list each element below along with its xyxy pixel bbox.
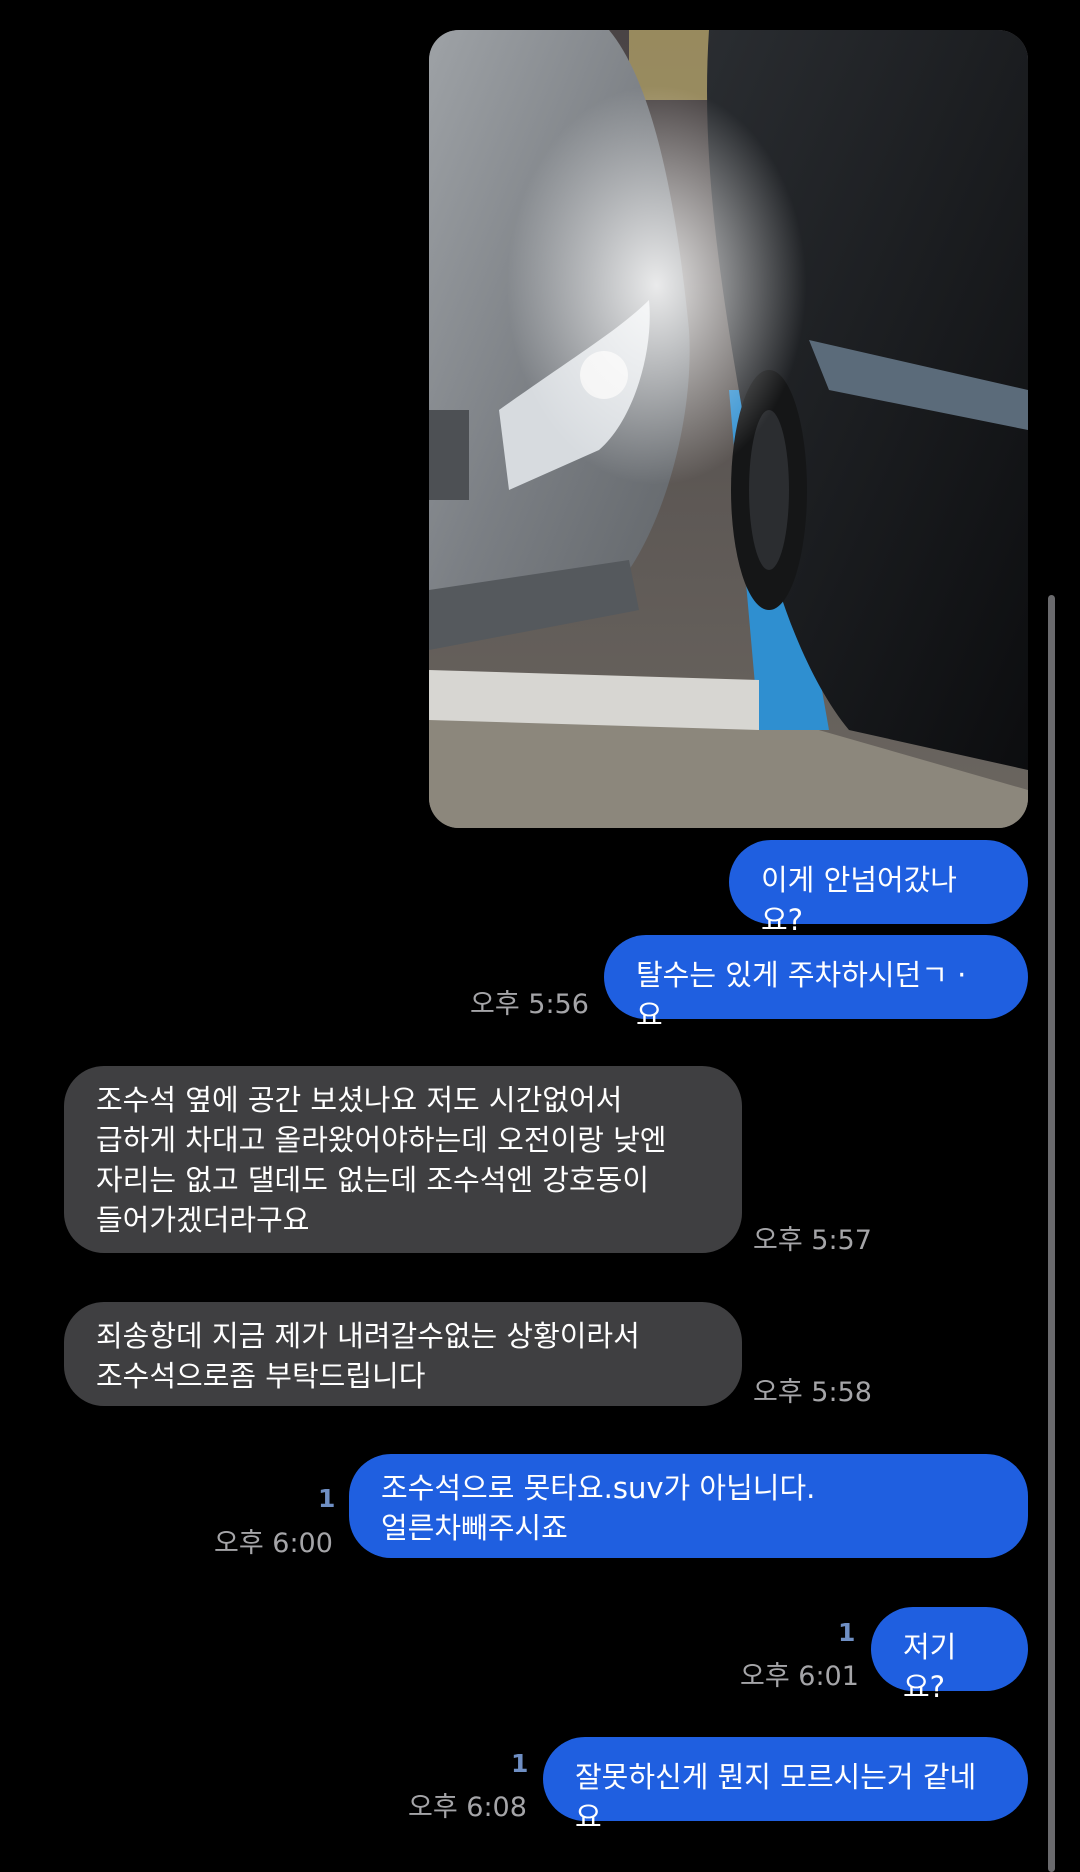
outgoing-message-bubble[interactable]: 탈수는 있게 주차하시던ㄱ · 요 xyxy=(604,935,1028,1032)
scrollbar[interactable] xyxy=(1048,595,1055,1872)
message-timestamp: 오후 6:00 xyxy=(214,1528,333,1559)
unread-count: 1 xyxy=(511,1749,529,1778)
incoming-message-bubble[interactable]: 죄송항데 지금 제가 내려갈수없는 상황이라서 조수석으로좀 부탁드립니다 xyxy=(64,1302,742,1406)
message-timestamp: 오후 5:58 xyxy=(753,1377,872,1408)
message-timestamp: 오후 5:57 xyxy=(753,1225,872,1256)
unread-count: 1 xyxy=(318,1484,336,1513)
incoming-message-bubble[interactable]: 조수석 옆에 공간 보셨나요 저도 시간없어서 급하게 차대고 올라왔어야하는데… xyxy=(64,1066,742,1253)
outgoing-message-bubble[interactable]: 이게 안넘어갔나요? xyxy=(729,840,1028,937)
outgoing-message-bubble[interactable]: 잘못하신게 뭔지 모르시는거 같네요 xyxy=(543,1737,1028,1834)
parked-cars-photo xyxy=(429,30,1028,828)
message-timestamp: 오후 5:56 xyxy=(470,989,589,1020)
message-timestamp: 오후 6:01 xyxy=(740,1661,859,1692)
message-timestamp: 오후 6:08 xyxy=(408,1792,527,1823)
chat-thread: 이게 안넘어갔나요? 탈수는 있게 주차하시던ㄱ · 요 오후 5:56 조수석… xyxy=(0,0,1080,1872)
unread-count: 1 xyxy=(838,1618,856,1647)
photo-message[interactable] xyxy=(429,30,1028,828)
outgoing-message-bubble[interactable]: 조수석으로 못타요.suv가 아닙니다. 얼른차빼주시죠 xyxy=(349,1454,1028,1558)
outgoing-message-bubble[interactable]: 저기요? xyxy=(871,1607,1028,1704)
